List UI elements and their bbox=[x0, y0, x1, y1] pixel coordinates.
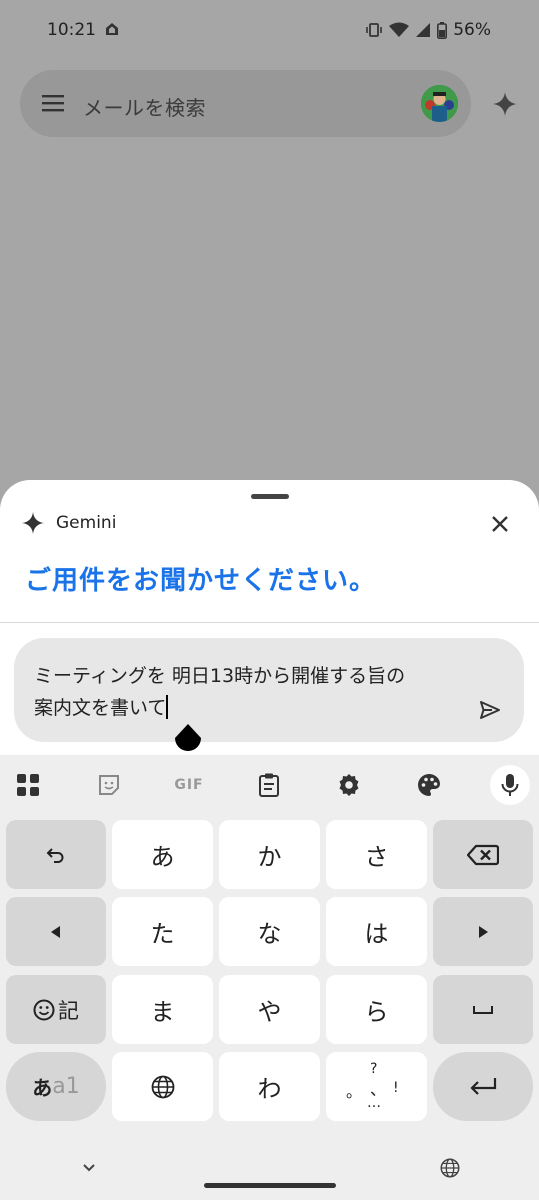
undo-key[interactable] bbox=[6, 820, 106, 889]
battery-percent: 56% bbox=[453, 20, 491, 40]
punct-ellipsis: … bbox=[367, 1095, 381, 1111]
hide-keyboard-chevron-icon[interactable] bbox=[80, 1162, 98, 1174]
key-na[interactable]: な bbox=[219, 897, 320, 966]
space-icon bbox=[473, 1005, 493, 1014]
punctuation-key[interactable]: ? 。 、 ! … bbox=[326, 1052, 427, 1121]
avatar[interactable] bbox=[421, 85, 458, 122]
gemini-title: Gemini bbox=[56, 513, 117, 533]
globe-icon bbox=[151, 1075, 174, 1098]
key-ya[interactable]: や bbox=[219, 975, 320, 1044]
space-key[interactable] bbox=[433, 975, 533, 1044]
undo-icon bbox=[46, 847, 64, 863]
emoji-icon bbox=[33, 999, 55, 1020]
gemini-sparkle-icon[interactable] bbox=[493, 92, 517, 116]
search-bar[interactable]: メールを検索 bbox=[20, 70, 471, 137]
left-arrow-icon bbox=[51, 925, 60, 938]
punct-question: ? bbox=[370, 1061, 378, 1077]
battery-icon bbox=[437, 21, 448, 39]
input-line-1: ミーティングを 明日13時から開催する旨の bbox=[34, 665, 406, 687]
key-ra[interactable]: ら bbox=[326, 975, 427, 1044]
cursor-left-key[interactable] bbox=[6, 897, 106, 966]
send-icon[interactable] bbox=[478, 698, 502, 722]
prompt-heading: ご用件をお聞かせください。 bbox=[25, 566, 377, 596]
settings-icon[interactable] bbox=[329, 765, 369, 805]
gesture-navigation-bar[interactable] bbox=[204, 1183, 336, 1188]
signal-icon bbox=[416, 23, 431, 37]
status-bar: 10:21 56% bbox=[0, 0, 539, 60]
mode-alnum-label: a1 bbox=[52, 1074, 80, 1099]
symbol-label: 記 bbox=[58, 998, 79, 1023]
gif-button[interactable]: GIF bbox=[169, 765, 209, 805]
vibrate-icon bbox=[366, 23, 383, 37]
prompt-input-text[interactable]: ミーティングを 明日13時から開催する旨の 案内文を書いて bbox=[34, 660, 474, 724]
sticker-icon[interactable] bbox=[89, 765, 129, 805]
search-input[interactable]: メールを検索 bbox=[83, 92, 206, 121]
keyboard: GIF あ か さ た な は 記 ま や ら あ a1 わ ? 。 、 ! … bbox=[0, 755, 539, 1200]
home-notification-icon bbox=[106, 23, 118, 35]
cursor-right-key[interactable] bbox=[433, 897, 533, 966]
cursor-handle[interactable] bbox=[175, 724, 201, 752]
prompt-input[interactable]: ミーティングを 明日13時から開催する旨の 案内文を書いて bbox=[14, 638, 524, 742]
key-ka[interactable]: か bbox=[219, 820, 320, 889]
emoji-symbol-key[interactable]: 記 bbox=[6, 975, 106, 1044]
input-line-2: 案内文を書いて bbox=[34, 697, 167, 719]
close-icon[interactable] bbox=[487, 511, 513, 537]
menu-icon[interactable] bbox=[42, 94, 64, 112]
key-sa[interactable]: さ bbox=[326, 820, 427, 889]
mode-kana-label: あ bbox=[32, 1076, 53, 1100]
wifi-icon bbox=[389, 22, 410, 37]
divider bbox=[0, 622, 539, 623]
enter-key[interactable] bbox=[433, 1052, 533, 1121]
language-key[interactable] bbox=[112, 1052, 213, 1121]
enter-icon bbox=[470, 1077, 497, 1095]
mic-icon[interactable] bbox=[490, 765, 530, 805]
drag-handle[interactable] bbox=[251, 494, 289, 499]
switch-keyboard-globe-icon[interactable] bbox=[440, 1158, 460, 1178]
palette-icon[interactable] bbox=[409, 765, 449, 805]
key-ma[interactable]: ま bbox=[112, 975, 213, 1044]
key-ha[interactable]: は bbox=[326, 897, 427, 966]
backspace-key[interactable] bbox=[433, 820, 533, 889]
key-wa[interactable]: わ bbox=[219, 1052, 320, 1121]
apps-grid-icon[interactable] bbox=[8, 765, 48, 805]
key-ta[interactable]: た bbox=[112, 897, 213, 966]
right-arrow-icon bbox=[479, 925, 488, 938]
backspace-icon bbox=[467, 844, 499, 865]
key-a[interactable]: あ bbox=[112, 820, 213, 889]
text-caret bbox=[166, 695, 169, 719]
punct-period: 。 bbox=[346, 1082, 363, 1101]
status-time: 10:21 bbox=[47, 20, 96, 40]
gemini-icon bbox=[22, 512, 44, 534]
input-mode-key[interactable]: あ a1 bbox=[6, 1052, 106, 1121]
clipboard-icon[interactable] bbox=[249, 765, 289, 805]
punct-exclaim: ! bbox=[393, 1080, 399, 1096]
